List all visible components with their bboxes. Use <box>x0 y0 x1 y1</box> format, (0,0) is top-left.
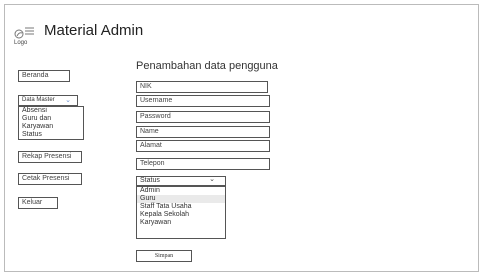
alamat-field[interactable]: Alamat <box>136 140 270 152</box>
data-master-label: Data Master <box>22 97 55 103</box>
logo-label: Logo <box>14 40 28 46</box>
sidebar-item-keluar[interactable]: Keluar <box>18 197 58 209</box>
status-option-karyawan[interactable]: Karyawan <box>137 219 225 227</box>
data-master-dropdown[interactable]: Data Master ⌄ <box>18 95 78 106</box>
app-title: Material Admin <box>44 22 144 39</box>
status-select-label: Status <box>140 177 160 184</box>
chevron-down-icon: ⌄ <box>209 176 215 183</box>
telepon-field[interactable]: Telepon <box>136 158 270 170</box>
sidebar-item-cetak-presensi[interactable]: Cetak Presensi <box>18 173 82 185</box>
nik-field[interactable]: NIK <box>136 81 268 93</box>
status-options-list: Admin Guru Staff Tata Usaha Kepala Sekol… <box>136 186 226 239</box>
menu-item-status[interactable]: Status <box>19 131 83 139</box>
sidebar-item-rekap-presensi[interactable]: Rekap Presensi <box>18 151 82 163</box>
menu-item-absensi[interactable]: Absensi <box>19 107 83 115</box>
status-select[interactable]: Status ⌄ <box>136 176 226 186</box>
sidebar-item-beranda[interactable]: Beranda <box>18 70 70 82</box>
data-master-menu: Absensi Guru dan Karyawan Status <box>18 106 84 140</box>
chevron-down-icon: ⌄ <box>65 97 71 104</box>
status-option-admin[interactable]: Admin <box>137 187 225 195</box>
name-field[interactable]: Name <box>136 126 270 138</box>
simpan-button[interactable]: Simpan <box>136 250 192 262</box>
status-option-guru[interactable]: Guru <box>137 195 225 203</box>
password-field[interactable]: Password <box>136 111 270 123</box>
username-field[interactable]: Username <box>136 95 270 107</box>
status-option-staff[interactable]: Staff Tata Usaha <box>137 203 225 211</box>
form-title: Penambahan data pengguna <box>136 60 278 72</box>
status-option-kepala-sekolah[interactable]: Kepala Sekolah <box>137 211 225 219</box>
menu-item-guru-karyawan[interactable]: Guru dan Karyawan <box>19 115 83 131</box>
